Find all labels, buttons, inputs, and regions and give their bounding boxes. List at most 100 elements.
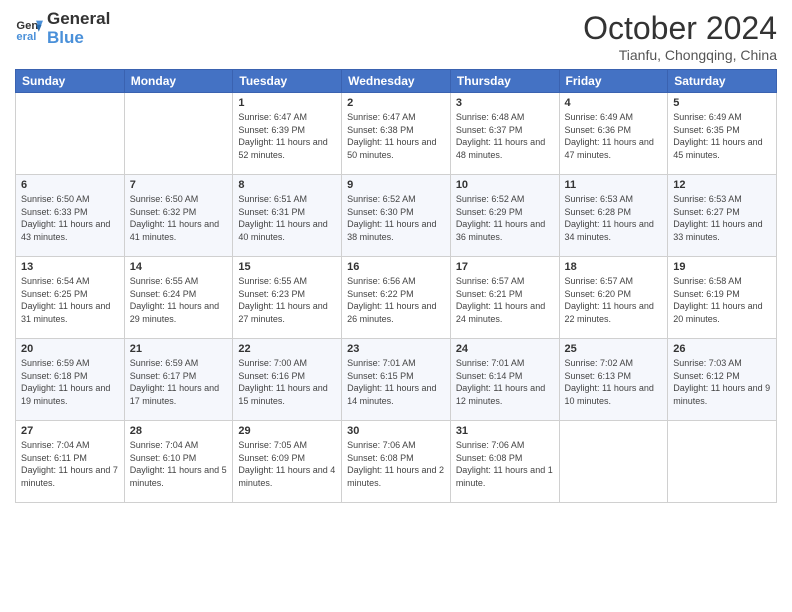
location: Tianfu, Chongqing, China (583, 47, 777, 63)
cell-content: Sunrise: 7:00 AM Sunset: 6:16 PM Dayligh… (238, 357, 336, 407)
logo-icon: Gen eral (15, 15, 43, 43)
cell-content: Sunrise: 6:53 AM Sunset: 6:28 PM Dayligh… (565, 193, 663, 243)
day-number: 31 (456, 425, 554, 437)
day-number: 30 (347, 425, 445, 437)
day-number: 9 (347, 179, 445, 191)
week-row-0: 1 Sunrise: 6:47 AM Sunset: 6:39 PM Daylig… (16, 93, 777, 175)
calendar-cell: 7 Sunrise: 6:50 AM Sunset: 6:32 PM Daylig… (124, 175, 233, 257)
day-number: 29 (238, 425, 336, 437)
day-number: 16 (347, 261, 445, 273)
calendar-cell: 24 Sunrise: 7:01 AM Sunset: 6:14 PM Dayli… (450, 339, 559, 421)
calendar-cell: 20 Sunrise: 6:59 AM Sunset: 6:18 PM Dayli… (16, 339, 125, 421)
cell-content: Sunrise: 6:49 AM Sunset: 6:35 PM Dayligh… (673, 111, 771, 161)
calendar-cell: 28 Sunrise: 7:04 AM Sunset: 6:10 PM Dayli… (124, 421, 233, 503)
day-number: 27 (21, 425, 119, 437)
calendar-cell: 2Sunrise: 6:47 AM Sunset: 6:38 PM Daylig… (342, 93, 451, 175)
calendar-cell: 8Sunrise: 6:51 AM Sunset: 6:31 PM Daylig… (233, 175, 342, 257)
day-header-friday: Friday (559, 70, 668, 93)
cell-content: Sunrise: 6:57 AM Sunset: 6:20 PM Dayligh… (565, 275, 663, 325)
day-number: 2 (347, 97, 445, 109)
header-row: SundayMondayTuesdayWednesdayThursdayFrid… (16, 70, 777, 93)
cell-content: Sunrise: 6:55 AM Sunset: 6:23 PM Dayligh… (238, 275, 336, 325)
day-number: 26 (673, 343, 771, 355)
day-header-sunday: Sunday (16, 70, 125, 93)
cell-content: Sunrise: 6:57 AM Sunset: 6:21 PM Dayligh… (456, 275, 554, 325)
calendar-cell: 23Sunrise: 7:01 AM Sunset: 6:15 PM Dayli… (342, 339, 451, 421)
calendar-cell: 5Sunrise: 6:49 AM Sunset: 6:35 PM Daylig… (668, 93, 777, 175)
day-number: 3 (456, 97, 554, 109)
calendar-cell: 14 Sunrise: 6:55 AM Sunset: 6:24 PM Dayli… (124, 257, 233, 339)
day-number: 25 (565, 343, 663, 355)
calendar-cell (559, 421, 668, 503)
day-number: 22 (238, 343, 336, 355)
month-title: October 2024 (583, 10, 777, 47)
cell-content: Sunrise: 7:01 AM Sunset: 6:14 PM Dayligh… (456, 357, 554, 407)
calendar-cell: 29 Sunrise: 7:05 AM Sunset: 6:09 PM Dayli… (233, 421, 342, 503)
day-number: 10 (456, 179, 554, 191)
day-header-thursday: Thursday (450, 70, 559, 93)
week-row-1: 6 Sunrise: 6:50 AM Sunset: 6:33 PM Daylig… (16, 175, 777, 257)
day-number: 20 (21, 343, 119, 355)
calendar-cell: 17 Sunrise: 6:57 AM Sunset: 6:21 PM Dayli… (450, 257, 559, 339)
day-number: 14 (130, 261, 228, 273)
day-number: 17 (456, 261, 554, 273)
calendar-cell: 16 Sunrise: 6:56 AM Sunset: 6:22 PM Dayli… (342, 257, 451, 339)
day-number: 19 (673, 261, 771, 273)
calendar-cell (668, 421, 777, 503)
cell-content: Sunrise: 6:55 AM Sunset: 6:24 PM Dayligh… (130, 275, 228, 325)
day-header-monday: Monday (124, 70, 233, 93)
day-number: 7 (130, 179, 228, 191)
calendar-cell: 27 Sunrise: 7:04 AM Sunset: 6:11 PM Dayli… (16, 421, 125, 503)
day-number: 28 (130, 425, 228, 437)
day-header-wednesday: Wednesday (342, 70, 451, 93)
logo: Gen eral General Blue (15, 10, 110, 47)
day-number: 8 (238, 179, 336, 191)
day-number: 1 (238, 97, 336, 109)
cell-content: Sunrise: 6:59 AM Sunset: 6:17 PM Dayligh… (130, 357, 228, 407)
day-number: 11 (565, 179, 663, 191)
cell-content: Sunrise: 6:59 AM Sunset: 6:18 PM Dayligh… (21, 357, 119, 407)
calendar-cell: 22 Sunrise: 7:00 AM Sunset: 6:16 PM Dayli… (233, 339, 342, 421)
day-header-tuesday: Tuesday (233, 70, 342, 93)
cell-content: Sunrise: 7:03 AM Sunset: 6:12 PM Dayligh… (673, 357, 771, 407)
calendar-cell: 31 Sunrise: 7:06 AM Sunset: 6:08 PM Dayli… (450, 421, 559, 503)
cell-content: Sunrise: 6:56 AM Sunset: 6:22 PM Dayligh… (347, 275, 445, 325)
day-number: 15 (238, 261, 336, 273)
title-block: October 2024 Tianfu, Chongqing, China (583, 10, 777, 63)
calendar-page: Gen eral General Blue October 2024 Tianf… (0, 0, 792, 612)
day-number: 24 (456, 343, 554, 355)
cell-content: Sunrise: 6:50 AM Sunset: 6:33 PM Dayligh… (21, 193, 119, 243)
day-number: 4 (565, 97, 663, 109)
calendar-cell (124, 93, 233, 175)
day-number: 6 (21, 179, 119, 191)
calendar-cell: 1 Sunrise: 6:47 AM Sunset: 6:39 PM Daylig… (233, 93, 342, 175)
cell-content: Sunrise: 7:04 AM Sunset: 6:11 PM Dayligh… (21, 439, 119, 489)
cell-content: Sunrise: 6:48 AM Sunset: 6:37 PM Dayligh… (456, 111, 554, 161)
calendar-cell: 11 Sunrise: 6:53 AM Sunset: 6:28 PM Dayli… (559, 175, 668, 257)
header: Gen eral General Blue October 2024 Tianf… (15, 10, 777, 63)
calendar-cell: 6 Sunrise: 6:50 AM Sunset: 6:33 PM Daylig… (16, 175, 125, 257)
cell-content: Sunrise: 6:53 AM Sunset: 6:27 PM Dayligh… (673, 193, 771, 243)
calendar-cell: 12 Sunrise: 6:53 AM Sunset: 6:27 PM Dayli… (668, 175, 777, 257)
day-number: 18 (565, 261, 663, 273)
calendar-cell: 19 Sunrise: 6:58 AM Sunset: 6:19 PM Dayli… (668, 257, 777, 339)
cell-content: Sunrise: 6:50 AM Sunset: 6:32 PM Dayligh… (130, 193, 228, 243)
cell-content: Sunrise: 6:58 AM Sunset: 6:19 PM Dayligh… (673, 275, 771, 325)
cell-content: Sunrise: 6:47 AM Sunset: 6:39 PM Dayligh… (238, 111, 336, 161)
logo-line2: Blue (47, 29, 110, 48)
day-number: 12 (673, 179, 771, 191)
cell-content: Sunrise: 7:06 AM Sunset: 6:08 PM Dayligh… (347, 439, 445, 489)
cell-content: Sunrise: 7:06 AM Sunset: 6:08 PM Dayligh… (456, 439, 554, 489)
cell-content: Sunrise: 7:02 AM Sunset: 6:13 PM Dayligh… (565, 357, 663, 407)
cell-content: Sunrise: 7:05 AM Sunset: 6:09 PM Dayligh… (238, 439, 336, 489)
week-row-2: 13Sunrise: 6:54 AM Sunset: 6:25 PM Dayli… (16, 257, 777, 339)
calendar-cell (16, 93, 125, 175)
calendar-cell: 30 Sunrise: 7:06 AM Sunset: 6:08 PM Dayli… (342, 421, 451, 503)
cell-content: Sunrise: 6:52 AM Sunset: 6:29 PM Dayligh… (456, 193, 554, 243)
cell-content: Sunrise: 7:04 AM Sunset: 6:10 PM Dayligh… (130, 439, 228, 489)
cell-content: Sunrise: 7:01 AM Sunset: 6:15 PM Dayligh… (347, 357, 445, 407)
calendar-cell: 13Sunrise: 6:54 AM Sunset: 6:25 PM Dayli… (16, 257, 125, 339)
calendar-cell: 25 Sunrise: 7:02 AM Sunset: 6:13 PM Dayli… (559, 339, 668, 421)
calendar-table: SundayMondayTuesdayWednesdayThursdayFrid… (15, 69, 777, 503)
calendar-cell: 26 Sunrise: 7:03 AM Sunset: 6:12 PM Dayli… (668, 339, 777, 421)
